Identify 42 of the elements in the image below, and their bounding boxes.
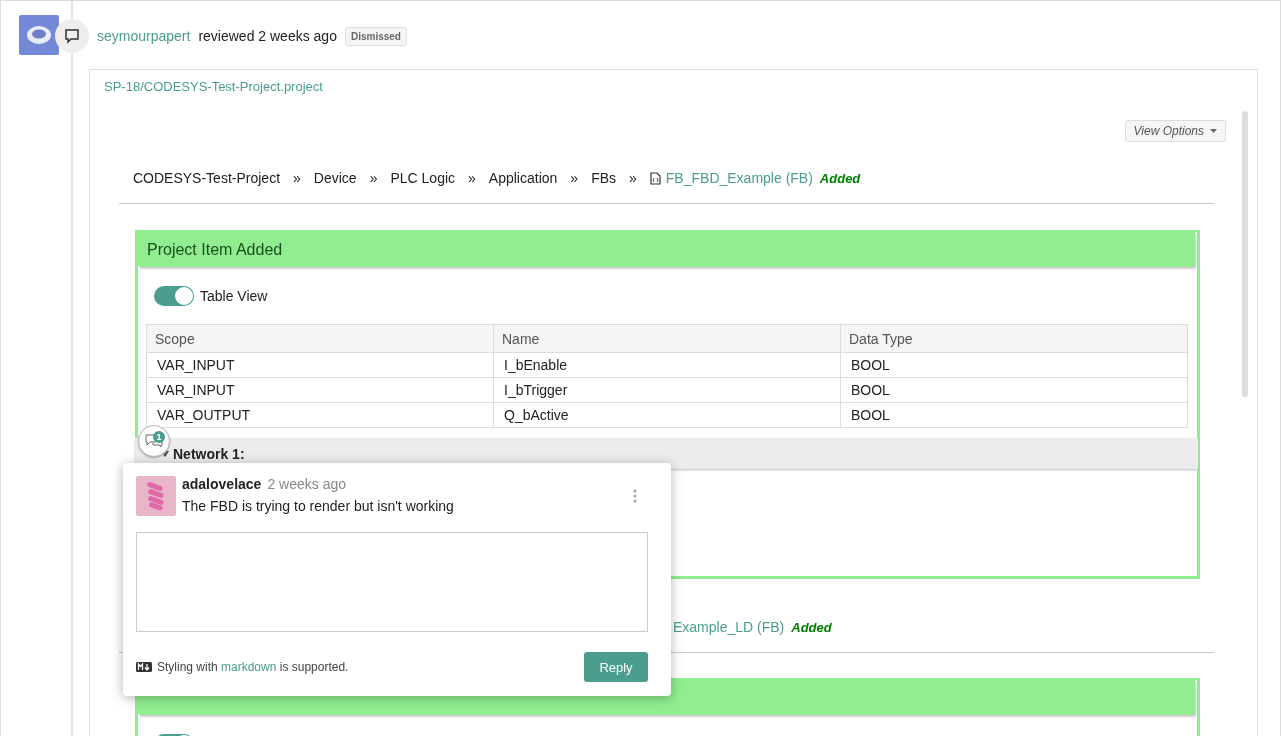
breadcrumb-separator: » [369, 170, 378, 186]
breadcrumb-item[interactable]: FBs [591, 170, 616, 186]
reply-field[interactable] [136, 532, 648, 632]
table-cell: VAR_OUTPUT [146, 402, 494, 428]
breadcrumb-item[interactable]: CODESYS-Test-Project [133, 170, 281, 186]
table-cell: BOOL [840, 377, 1188, 403]
change-status: Added [819, 170, 861, 186]
more-icon[interactable] [633, 489, 637, 503]
table-cell: VAR_INPUT [146, 377, 494, 403]
review-action: reviewed 2 weeks ago [198, 28, 337, 44]
breadcrumb-separator: » [293, 170, 301, 186]
table-cell: I_bEnable [493, 352, 841, 378]
caret-icon [1210, 129, 1217, 133]
comment-text: The FBD is trying to render but isn't working [182, 498, 455, 514]
breadcrumb-item[interactable]: Device [313, 170, 357, 186]
breadcrumb-separator: » [570, 170, 579, 186]
markdown-icon [136, 662, 152, 672]
breadcrumb-separator: » [468, 170, 476, 186]
column-header: Scope [146, 324, 494, 353]
change-status: Added [791, 619, 832, 635]
commenter-name[interactable]: adalovelace [182, 476, 262, 492]
markdown-hint: Styling with markdown is supported. [157, 660, 349, 674]
status-label: Dismissed [344, 26, 407, 46]
view-options-button[interactable]: View Options [1124, 120, 1226, 142]
table-cell: BOOL [840, 402, 1188, 428]
column-header: Name [493, 324, 841, 353]
comment-time: 2 weeks ago [267, 476, 346, 492]
item-title: Project Item Added [147, 240, 283, 259]
toggle-label: Table View [200, 288, 268, 304]
table-cell: Q_bActive [493, 402, 841, 428]
table-cell: I_bTrigger [493, 377, 841, 403]
column-header: Data Type [840, 324, 1188, 353]
table-cell: BOOL [840, 352, 1188, 378]
table-view-toggle[interactable] [154, 286, 194, 306]
breadcrumb-separator: » [629, 170, 637, 186]
breadcrumb-item[interactable]: PLC Logic [390, 170, 456, 186]
breadcrumb-item[interactable]: Application [488, 170, 558, 186]
network-label: Network 1: [173, 445, 245, 462]
table-cell: VAR_INPUT [146, 352, 494, 378]
code-file-icon [649, 171, 661, 185]
comment-icon [64, 28, 80, 44]
ring-icon [25, 24, 53, 46]
